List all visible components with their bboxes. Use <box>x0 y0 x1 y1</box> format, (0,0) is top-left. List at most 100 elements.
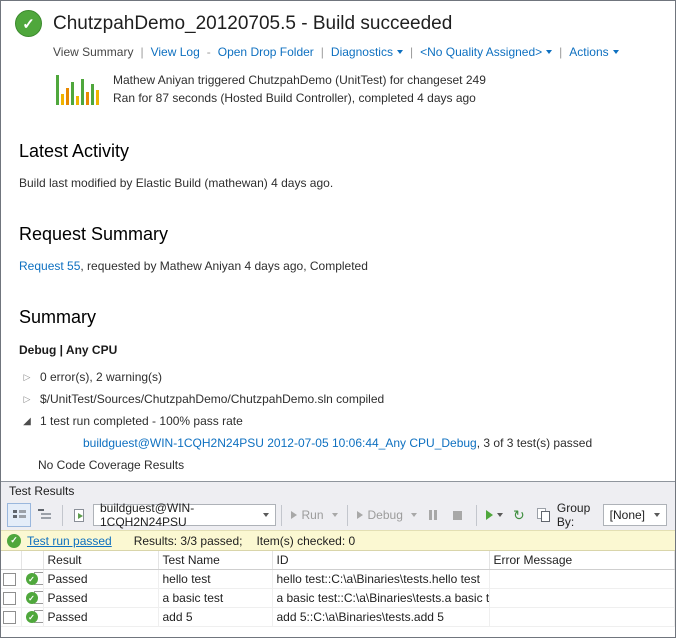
group-by-value: [None] <box>610 508 645 522</box>
table-row[interactable]: ✓ Passed hello test hello test::C:\a\Bin… <box>1 570 675 589</box>
menu-actions[interactable]: Actions <box>569 45 618 59</box>
menu-view-summary[interactable]: View Summary <box>53 45 133 59</box>
build-configuration: Debug | Any CPU <box>19 343 675 357</box>
id-cell: hello test::C:\a\Binaries\tests.hello te… <box>272 570 489 589</box>
run-label: Run <box>302 508 324 522</box>
menu-view-log[interactable]: View Log <box>151 45 200 59</box>
pause-button[interactable] <box>421 503 445 527</box>
run-button[interactable]: Run <box>287 503 342 527</box>
build-summary-page: ✓ ChutzpahDemo_20120705.5 - Build succee… <box>1 1 675 481</box>
test-run-passed-link[interactable]: Test run passed <box>27 534 112 548</box>
error-message-cell <box>489 589 675 608</box>
run-view-button[interactable] <box>482 503 507 527</box>
table-row[interactable]: ✓ Passed a basic test a basic test::C:\a… <box>1 589 675 608</box>
pause-icon <box>429 510 437 520</box>
details-view-button[interactable] <box>7 503 31 527</box>
group-view-icon <box>38 509 51 521</box>
connection-value: buildguest@WIN-1CQH2N24PSU <box>100 501 254 529</box>
tree-item-errors-warnings[interactable]: ▷ 0 error(s), 2 warning(s) <box>21 366 675 388</box>
menu-separator: | <box>410 45 413 59</box>
chevron-down-icon <box>497 513 503 517</box>
menu-diagnostics-label: Diagnostics <box>331 45 393 59</box>
test-passed-icon: ✓ <box>26 591 44 605</box>
stop-icon <box>453 511 462 520</box>
column-header-result[interactable]: Result <box>43 551 158 570</box>
title-row: ✓ ChutzpahDemo_20120705.5 - Build succee… <box>15 10 675 37</box>
error-message-cell <box>489 570 675 589</box>
test-passed-icon: ✓ <box>7 534 21 548</box>
build-info: Mathew Aniyan triggered ChutzpahDemo (Un… <box>56 71 675 107</box>
debug-button[interactable]: Debug <box>353 503 421 527</box>
group-by-combobox[interactable]: [None] <box>603 504 667 526</box>
result-cell: Passed <box>43 589 158 608</box>
build-info-text: Mathew Aniyan triggered ChutzpahDemo (Un… <box>113 71 486 107</box>
request-summary-line: Request 55, requested by Mathew Aniyan 4… <box>19 259 675 273</box>
request-summary-heading: Request Summary <box>19 224 675 245</box>
grid-header-row: Result Test Name ID Error Message <box>1 551 675 570</box>
result-cell: Passed <box>43 570 158 589</box>
build-history-chart-icon <box>56 71 99 105</box>
table-row[interactable]: ✓ Passed add 5 add 5::C:\a\Binaries\test… <box>1 608 675 627</box>
menu-quality-label: <No Quality Assigned> <box>420 45 542 59</box>
column-header-error-message[interactable]: Error Message <box>489 551 675 570</box>
check-glyph: ✓ <box>10 535 18 546</box>
group-by-label: Group By: <box>557 501 597 529</box>
check-glyph: ✓ <box>22 15 35 33</box>
build-run-line: Ran for 87 seconds (Hosted Build Control… <box>113 89 486 107</box>
menu-open-drop-folder[interactable]: Open Drop Folder <box>218 45 314 59</box>
toolbar-separator <box>62 505 63 526</box>
chevron-down-icon <box>546 50 552 54</box>
test-run-suffix: , 3 of 3 test(s) passed <box>477 436 592 450</box>
column-header-id[interactable]: ID <box>272 551 489 570</box>
id-cell: a basic test::C:\a\Binaries\tests.a basi… <box>272 589 489 608</box>
results-summary: Results: 3/3 passed; <box>134 534 243 548</box>
test-results-toolbar: buildguest@WIN-1CQH2N24PSU Run Debug <box>1 500 675 530</box>
row-checkbox[interactable] <box>3 592 16 605</box>
refresh-button[interactable]: ↻ <box>507 503 531 527</box>
group-view-button[interactable] <box>32 503 56 527</box>
tree-item-label: $/UnitTest/Sources/ChutzpahDemo/Chutzpah… <box>40 392 384 406</box>
details-view-icon <box>13 509 26 521</box>
expander-collapsed-icon[interactable]: ▷ <box>21 394 33 405</box>
expander-expanded-icon[interactable]: ◢ <box>21 416 33 427</box>
items-checked-summary: Item(s) checked: 0 <box>256 534 355 548</box>
test-run-link[interactable]: buildguest@WIN-1CQH2N24PSU 2012-07-05 10… <box>83 436 477 450</box>
tree-item-solution-compiled[interactable]: ▷ $/UnitTest/Sources/ChutzpahDemo/Chutzp… <box>21 388 675 410</box>
checkbox-column-header[interactable] <box>1 551 21 570</box>
test-name-cell: hello test <box>158 570 272 589</box>
connection-combobox[interactable]: buildguest@WIN-1CQH2N24PSU <box>93 504 276 526</box>
column-header-test-name[interactable]: Test Name <box>158 551 272 570</box>
test-passed-icon: ✓ <box>26 572 44 586</box>
test-passed-icon: ✓ <box>26 610 44 624</box>
latest-activity-text: Build last modified by Elastic Build (ma… <box>19 176 675 190</box>
icon-column-header[interactable] <box>21 551 43 570</box>
build-trigger-line: Mathew Aniyan triggered ChutzpahDemo (Un… <box>113 71 486 89</box>
summary-tree: ▷ 0 error(s), 2 warning(s) ▷ $/UnitTest/… <box>21 366 675 476</box>
tree-item-test-run[interactable]: ◢ 1 test run completed - 100% pass rate <box>21 410 675 432</box>
menu-diagnostics[interactable]: Diagnostics <box>331 45 403 59</box>
test-run-statusbar: ✓ Test run passed Results: 3/3 passed; I… <box>1 530 675 551</box>
export-button[interactable] <box>532 503 556 527</box>
run-config-icon <box>74 509 86 522</box>
run-icon <box>291 511 297 519</box>
summary-heading: Summary <box>19 307 675 328</box>
toolbar-separator <box>281 505 282 526</box>
toolbar-separator <box>347 505 348 526</box>
menu-actions-label: Actions <box>569 45 608 59</box>
no-code-coverage-line: No Code Coverage Results <box>38 454 675 476</box>
expander-collapsed-icon[interactable]: ▷ <box>21 372 33 383</box>
build-menu: View Summary | View Log - Open Drop Fold… <box>53 45 675 59</box>
menu-quality-dropdown[interactable]: <No Quality Assigned> <box>420 45 552 59</box>
run-config-button[interactable] <box>68 503 92 527</box>
chevron-down-icon <box>654 513 660 517</box>
result-cell: Passed <box>43 608 158 627</box>
request-link[interactable]: Request 55 <box>19 259 80 273</box>
row-checkbox[interactable] <box>3 611 16 624</box>
stop-button[interactable] <box>446 503 470 527</box>
export-icon <box>537 508 550 522</box>
debug-label: Debug <box>368 508 403 522</box>
menu-separator: - <box>207 45 211 59</box>
chevron-down-icon <box>613 50 619 54</box>
no-code-coverage-text: No Code Coverage Results <box>38 458 184 472</box>
row-checkbox[interactable] <box>3 573 16 586</box>
